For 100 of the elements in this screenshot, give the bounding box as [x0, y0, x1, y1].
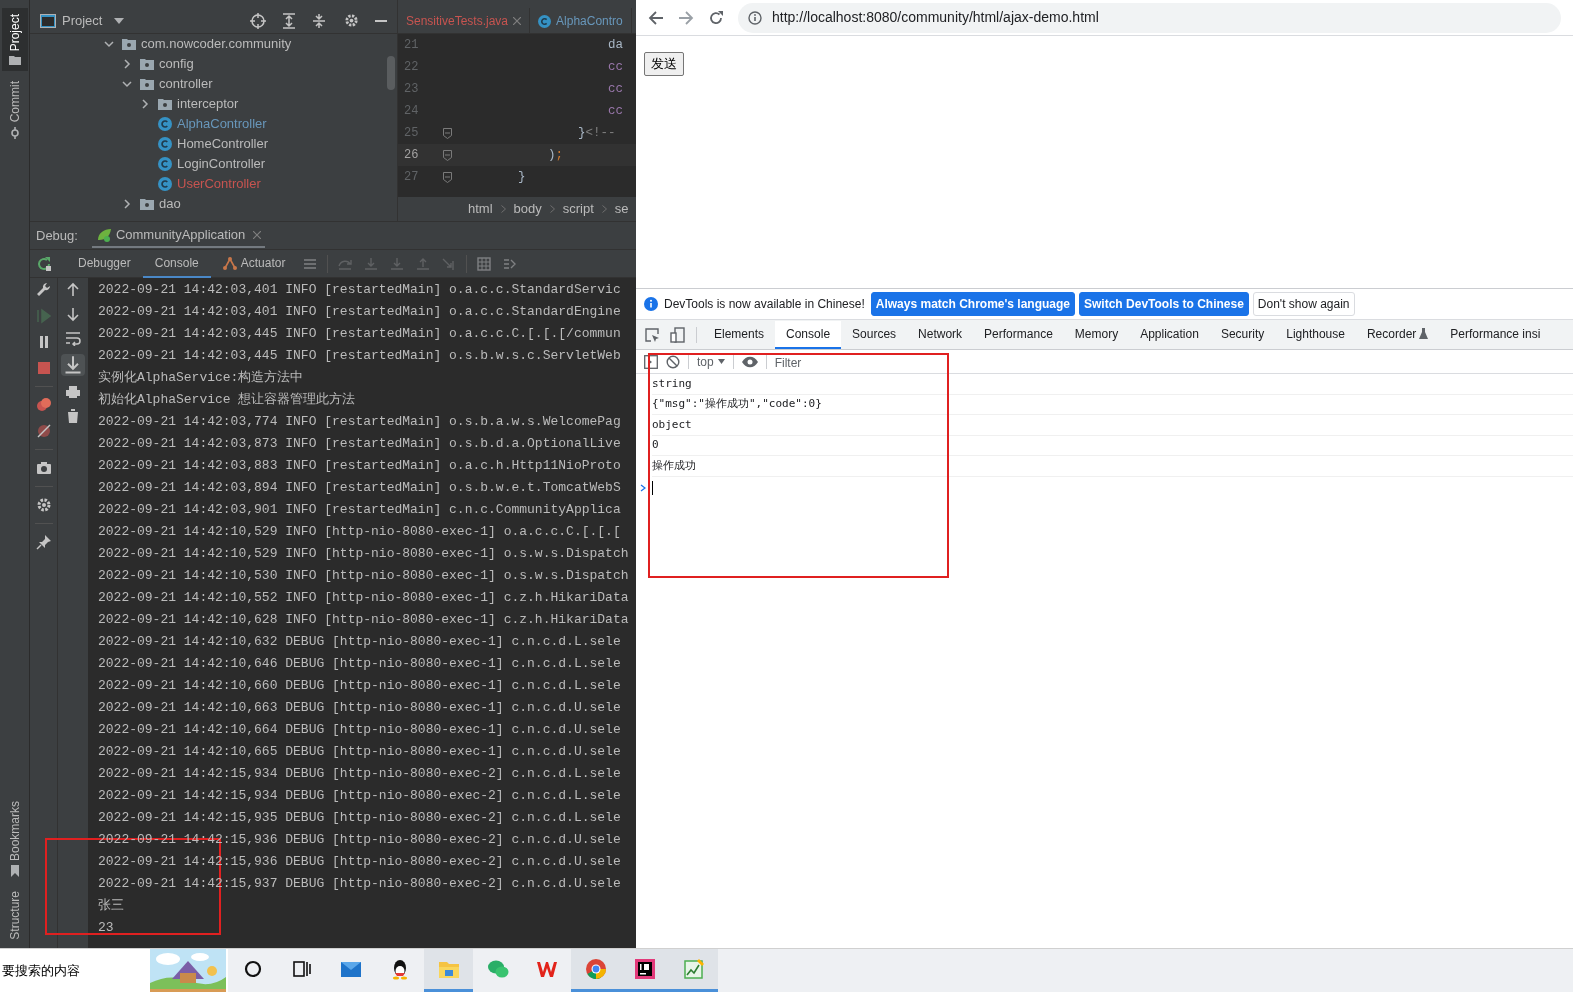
fold-icon[interactable]: [442, 149, 452, 161]
minimize-icon[interactable]: [375, 19, 387, 22]
session-tab[interactable]: CommunityApplication: [91, 223, 266, 248]
chevron-icon[interactable]: [122, 59, 132, 69]
actuator-icon: [222, 255, 237, 270]
breadcrumb[interactable]: html: [468, 199, 493, 219]
console-line: 2022-09-21 14:42:15,934 DEBUG [http-nio-8080-exec-2] c.n.c.d.L.sele: [98, 787, 621, 805]
infobar-button[interactable]: Don't show again: [1252, 292, 1355, 316]
console-message: 操作成功: [652, 457, 696, 474]
close-icon[interactable]: [513, 17, 522, 25]
search-box[interactable]: 要搜索的内容: [0, 949, 228, 992]
debug-tab[interactable]: Debugger: [66, 249, 143, 278]
devtools-tab[interactable]: Console: [775, 320, 842, 349]
tool-window-tab[interactable]: Bookmarks: [1, 797, 28, 882]
console-line: 初始化AlphaService 想让容器管理此方法: [98, 391, 356, 409]
locate-icon[interactable]: [250, 12, 266, 29]
soft-wrap-icon[interactable]: [65, 330, 81, 346]
tree-item[interactable]: controller: [140, 74, 213, 94]
console-line: 2022-09-21 14:42:10,660 DEBUG [http-nio-8080-exec-1] c.n.c.d.L.sele: [98, 677, 621, 695]
debug-tab[interactable]: Actuator: [210, 249, 298, 278]
down-arrow-icon[interactable]: [65, 306, 81, 322]
forward-icon[interactable]: [678, 9, 694, 26]
devtools-tab[interactable]: Performance insi: [1439, 320, 1552, 349]
fold-icon[interactable]: [442, 127, 452, 139]
console-line: 2022-09-21 14:42:03,401 INFO [restartedMain] o.a.c.c.StandardServic: [98, 281, 621, 299]
text-cursor: [652, 480, 653, 495]
devtools-tab[interactable]: Security: [1209, 320, 1276, 349]
class-icon: [158, 157, 172, 171]
close-icon[interactable]: [253, 230, 262, 239]
breadcrumb[interactable]: body: [513, 199, 542, 219]
tree-item[interactable]: HomeController: [158, 134, 269, 154]
print-icon[interactable]: [65, 384, 81, 400]
devtools-tab[interactable]: Sources: [841, 320, 908, 349]
settings-icon[interactable]: [344, 13, 359, 28]
code-line: }<!--: [577, 124, 616, 142]
devtools-tab[interactable]: Performance: [973, 320, 1064, 349]
devtools-tab[interactable]: Lighthouse: [1275, 320, 1356, 349]
ide-icon: [633, 958, 656, 980]
rerun-icon[interactable]: [36, 255, 52, 272]
scroll-to-end-icon[interactable]: [61, 354, 85, 376]
pin-icon[interactable]: [35, 534, 52, 550]
scrollbar[interactable]: [387, 56, 395, 90]
tree-item[interactable]: AlphaController: [158, 114, 267, 134]
tool-window-tab[interactable]: Structure: [1, 887, 28, 944]
inspect-icon[interactable]: [644, 326, 660, 343]
wrench-icon[interactable]: [35, 282, 52, 298]
class-icon: [158, 177, 172, 191]
expand-all-icon[interactable]: [282, 12, 296, 29]
device-icon[interactable]: [670, 326, 686, 343]
editor-tab[interactable]: AlphaContro: [530, 8, 632, 33]
tree-item[interactable]: config: [140, 54, 194, 74]
trace-icon[interactable]: [503, 256, 518, 271]
devtools-tab[interactable]: Memory: [1063, 320, 1130, 349]
breadcrumb[interactable]: se: [614, 199, 629, 219]
infobar-button[interactable]: Switch DevTools to Chinese: [1079, 292, 1249, 316]
chevron-icon[interactable]: [122, 79, 132, 89]
dropdown-icon[interactable]: [114, 17, 125, 24]
devtools-tab[interactable]: Network: [907, 320, 974, 349]
fold-icon[interactable]: [442, 171, 452, 183]
back-icon[interactable]: [648, 9, 664, 26]
tree-item[interactable]: LoginController: [158, 154, 266, 174]
code-line: cc: [607, 58, 624, 76]
trash-icon[interactable]: [65, 408, 81, 424]
mute-breakpoints-icon[interactable]: [35, 423, 52, 439]
tree-item[interactable]: interceptor: [158, 94, 239, 114]
tool-window-tab[interactable]: Commit: [1, 75, 28, 145]
dropdown-icon: [717, 359, 725, 364]
reload-icon[interactable]: [708, 9, 724, 26]
tool-window-tab[interactable]: Project: [1, 8, 28, 72]
context-selector[interactable]: top: [697, 352, 725, 371]
chart-app-icon: [682, 958, 705, 980]
console-line: 2022-09-21 14:42:03,873 INFO [restartedMain] o.s.b.d.a.OptionalLive: [98, 435, 621, 453]
chevron-icon[interactable]: [140, 99, 150, 109]
console-line: 2022-09-21 14:42:03,894 INFO [restartedMain] o.s.b.w.e.t.TomcatWebS: [98, 479, 621, 497]
clear-icon[interactable]: [666, 354, 680, 369]
up-arrow-icon[interactable]: [65, 282, 81, 298]
folder-icon: [8, 55, 21, 66]
devtools-tab[interactable]: Recorder: [1355, 320, 1440, 349]
chevron-icon[interactable]: [122, 199, 132, 209]
tree-item[interactable]: dao: [140, 194, 181, 214]
camera-icon[interactable]: [35, 460, 52, 476]
stop-icon[interactable]: [35, 360, 52, 376]
line-number: 26: [403, 147, 420, 164]
chevron-icon[interactable]: [104, 39, 114, 49]
tree-item[interactable]: com.nowcoder.community: [122, 34, 292, 54]
collapse-all-icon[interactable]: [312, 12, 326, 29]
sidebar-icon[interactable]: [644, 354, 658, 369]
eye-icon[interactable]: [741, 355, 758, 368]
filter-field[interactable]: Filter: [774, 354, 1565, 372]
devtools-tab[interactable]: Application: [1129, 320, 1210, 349]
breadcrumb[interactable]: script: [562, 199, 594, 219]
flask-icon: [1419, 328, 1429, 339]
settings-icon[interactable]: [35, 497, 52, 513]
line-number: 23: [403, 81, 420, 98]
send-button[interactable]: 发送: [644, 52, 684, 76]
breakpoints-icon[interactable]: [35, 397, 52, 413]
devtools-tab[interactable]: Elements: [703, 320, 776, 349]
address-bar[interactable]: http://localhost:8080/community/html/ajax-demo.html: [738, 2, 1561, 33]
console-line: 2022-09-21 14:42:03,901 INFO [restartedMain] c.n.c.CommunityApplica: [98, 501, 621, 519]
infobar-button[interactable]: Always match Chrome's language: [870, 292, 1076, 316]
